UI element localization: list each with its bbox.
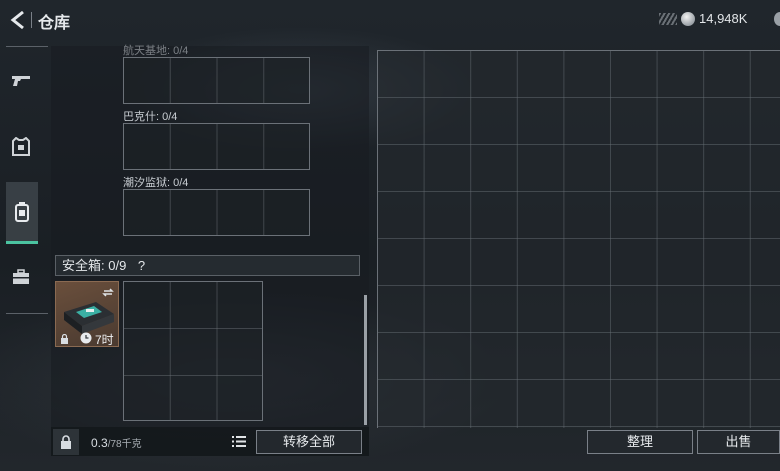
clock-icon <box>80 332 92 344</box>
slot-label-map2: 巴克什: 0/4 <box>123 111 178 123</box>
coin-icon <box>681 12 695 26</box>
lock-icon <box>61 334 68 344</box>
slot-label-map3: 潮汐监狱: 0/4 <box>123 177 189 189</box>
nav-item-weapons[interactable] <box>6 66 36 96</box>
safe-box-grid[interactable] <box>123 281 263 421</box>
page-title: 仓库 <box>38 15 71 32</box>
nav-item-equipment[interactable] <box>6 132 36 162</box>
slot-label-map1: 航天基地: 0/4 <box>123 45 189 57</box>
item-timer: 7时 <box>95 333 114 347</box>
map-slot-grid[interactable] <box>123 123 310 170</box>
map-slot-grid[interactable] <box>123 57 310 104</box>
pistol-icon <box>12 76 30 86</box>
list-view-button[interactable] <box>230 432 248 450</box>
weight-display: 0.3/78千克 <box>91 435 142 450</box>
transfer-all-button[interactable]: 转移全部 <box>256 430 362 454</box>
top-bar: 仓库 14,948K <box>0 0 780 40</box>
map-slot-grid[interactable] <box>123 189 310 236</box>
lock-icon <box>61 435 71 449</box>
premium-coin-icon <box>774 12 780 26</box>
armor-icon <box>12 137 30 156</box>
back-arrow-icon[interactable] <box>8 9 30 31</box>
title-separator <box>31 12 32 28</box>
stash-grid[interactable] <box>377 50 780 428</box>
weight-max: /78千克 <box>107 439 142 450</box>
scrollbar[interactable] <box>364 295 367 425</box>
nav-item-inventory[interactable] <box>6 182 38 244</box>
safe-box-item[interactable]: 7时 <box>55 281 119 347</box>
stripes-icon <box>659 13 677 25</box>
list-icon <box>232 435 246 447</box>
nav-item-case[interactable] <box>6 262 36 292</box>
currency-amount: 14,948K <box>699 11 748 26</box>
sort-button[interactable]: 整理 <box>587 430 693 454</box>
sell-button[interactable]: 出售 <box>697 430 780 454</box>
backpack-icon <box>15 201 29 222</box>
help-icon[interactable]: ? <box>138 258 145 273</box>
safe-box-header: 安全箱: 0/9 ? <box>55 255 360 276</box>
briefcase-icon <box>13 269 29 284</box>
lock-button[interactable] <box>53 429 79 455</box>
weight-value: 0.3 <box>91 436 108 450</box>
safe-box-label: 安全箱: 0/9 <box>62 258 127 273</box>
